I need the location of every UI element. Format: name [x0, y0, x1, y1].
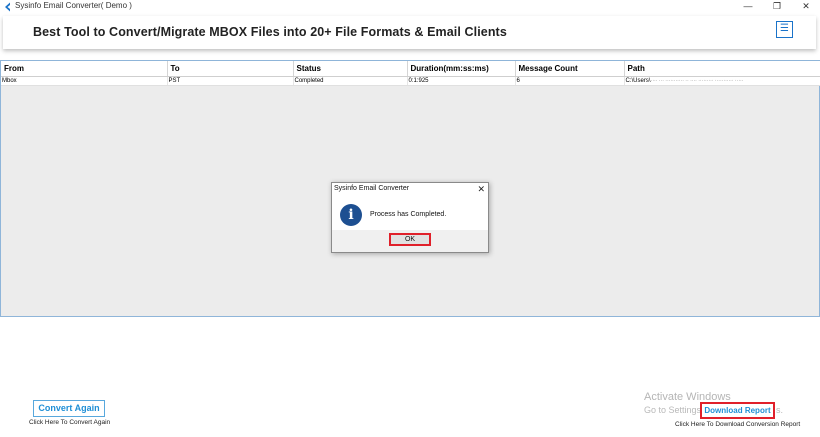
- results-table: From To Status Duration(mm:ss:ms) Messag…: [1, 61, 820, 86]
- download-report-button[interactable]: Download Report: [700, 402, 775, 419]
- table-row[interactable]: Mbox PST Completed 0:1:925 6 C:\Users\··…: [1, 76, 820, 86]
- cell-to: PST: [167, 76, 294, 86]
- cell-path: C:\Users\···· ··· ··········· ·· ···· ··…: [624, 76, 820, 86]
- app-logo-icon: [5, 2, 10, 12]
- cell-message-count: 6: [515, 76, 625, 86]
- restore-button[interactable]: ❐: [767, 0, 787, 14]
- column-header-duration[interactable]: Duration(mm:ss:ms): [407, 61, 516, 77]
- column-header-to[interactable]: To: [167, 61, 294, 77]
- dialog-close-icon[interactable]: ✕: [477, 183, 485, 195]
- column-header-path[interactable]: Path: [624, 61, 820, 77]
- window-titlebar: Sysinfo Email Converter( Demo ) — ❐ ✕: [0, 0, 820, 14]
- window-title: Sysinfo Email Converter( Demo ): [15, 1, 132, 10]
- column-header-message-count[interactable]: Message Count: [515, 61, 625, 77]
- dialog-titlebar: Sysinfo Email Converter ✕: [332, 183, 488, 196]
- close-button[interactable]: ✕: [796, 0, 816, 14]
- page-title: Best Tool to Convert/Migrate MBOX Files …: [33, 25, 507, 39]
- hamburger-menu-icon: ☰: [780, 23, 789, 34]
- header-banner: Best Tool to Convert/Migrate MBOX Files …: [3, 16, 816, 49]
- convert-again-button[interactable]: Convert Again: [33, 400, 105, 417]
- dialog-body: i Process has Completed.: [332, 196, 488, 230]
- minimize-button[interactable]: —: [738, 0, 758, 14]
- column-header-from[interactable]: From: [1, 61, 168, 77]
- path-obscured-text: ···· ··· ··········· ·· ···· ········· ·…: [650, 77, 744, 84]
- activate-windows-subtext: Go to Settings: [644, 405, 702, 415]
- information-icon: i: [340, 204, 362, 226]
- cell-duration: 0:1:925: [407, 76, 516, 86]
- dialog-title: Sysinfo Email Converter: [334, 185, 410, 192]
- convert-again-caption: Click Here To Convert Again: [29, 419, 111, 426]
- activate-windows-subtext-tail: s.: [776, 405, 784, 415]
- ok-button[interactable]: OK: [389, 233, 431, 246]
- cell-from: Mbox: [1, 76, 168, 86]
- cell-status: Completed: [293, 76, 408, 86]
- dialog-message: Process has Completed.: [370, 211, 447, 218]
- menu-button[interactable]: ☰: [776, 21, 793, 38]
- path-text: C:\Users\: [625, 77, 651, 84]
- completion-dialog: Sysinfo Email Converter ✕ i Process has …: [331, 182, 489, 253]
- column-header-status[interactable]: Status: [293, 61, 408, 77]
- download-report-caption: Click Here To Download Conversion Report: [675, 421, 801, 428]
- table-header-row: From To Status Duration(mm:ss:ms) Messag…: [1, 61, 820, 77]
